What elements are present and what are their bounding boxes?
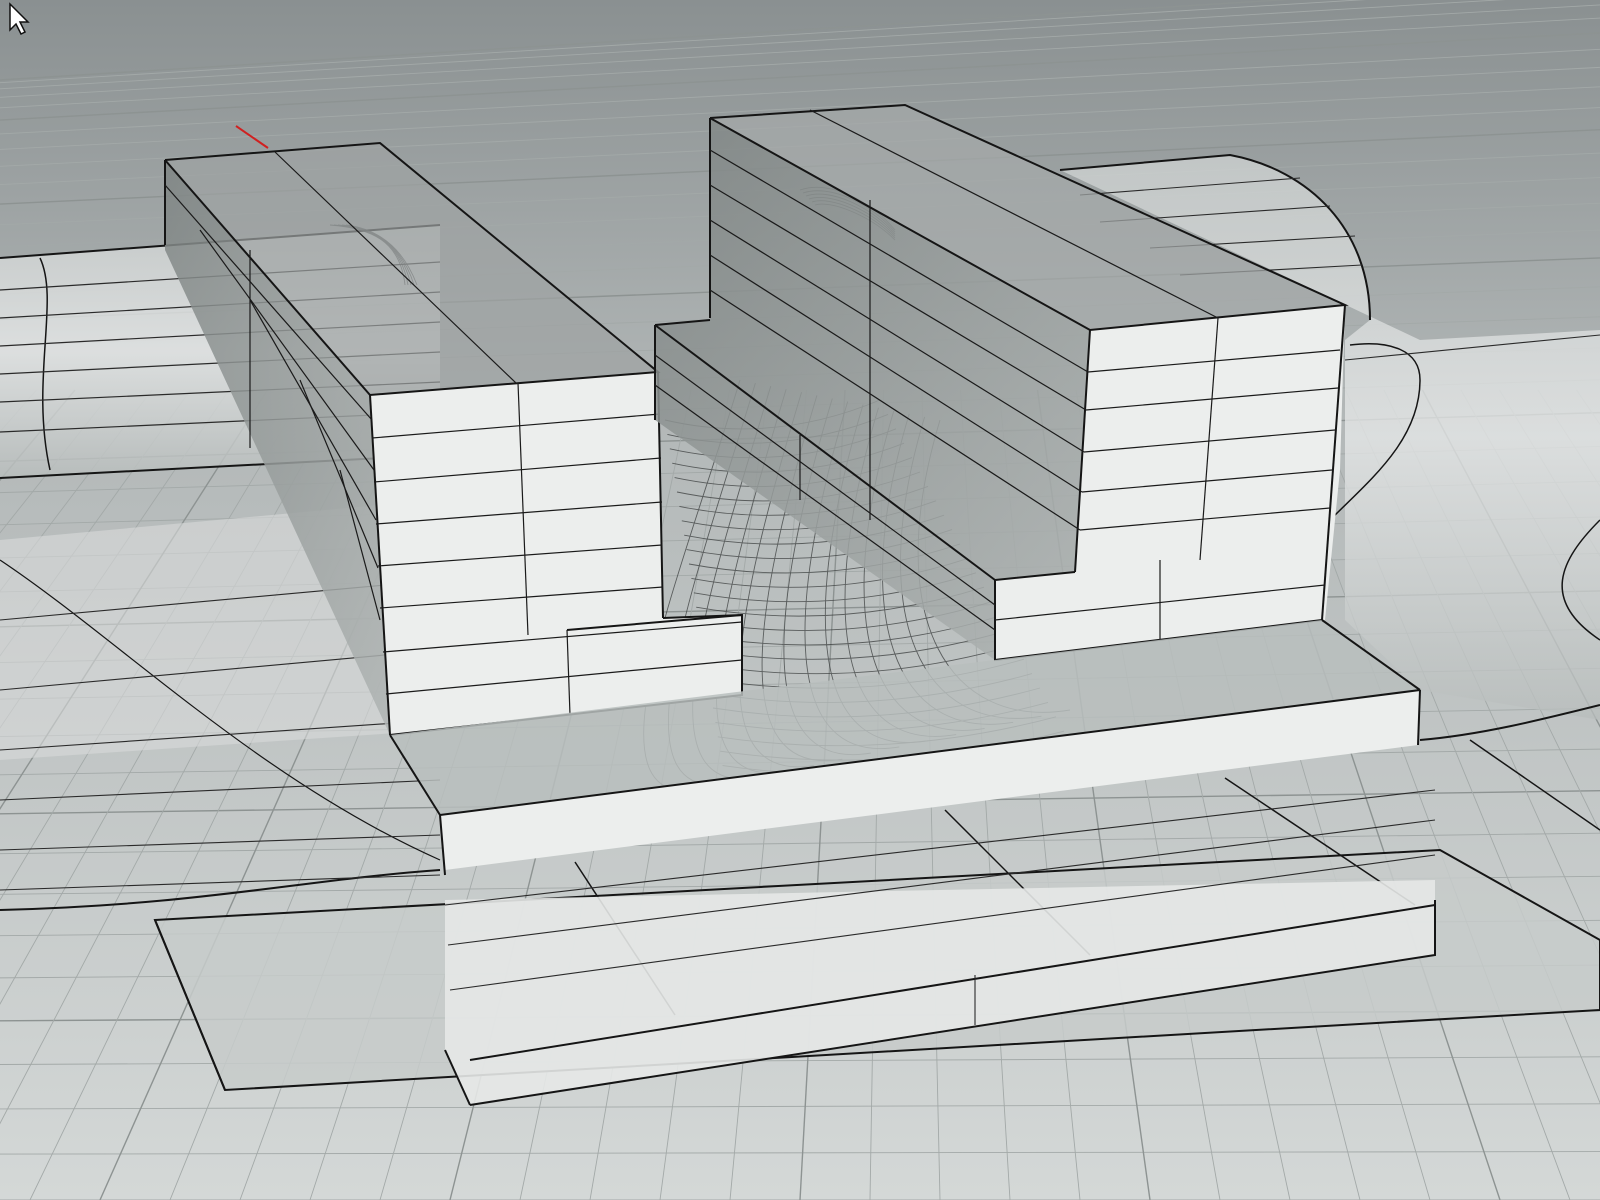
- rhino-perspective-viewport[interactable]: [0, 0, 1600, 1200]
- viewport-canvas[interactable]: [0, 0, 1600, 1200]
